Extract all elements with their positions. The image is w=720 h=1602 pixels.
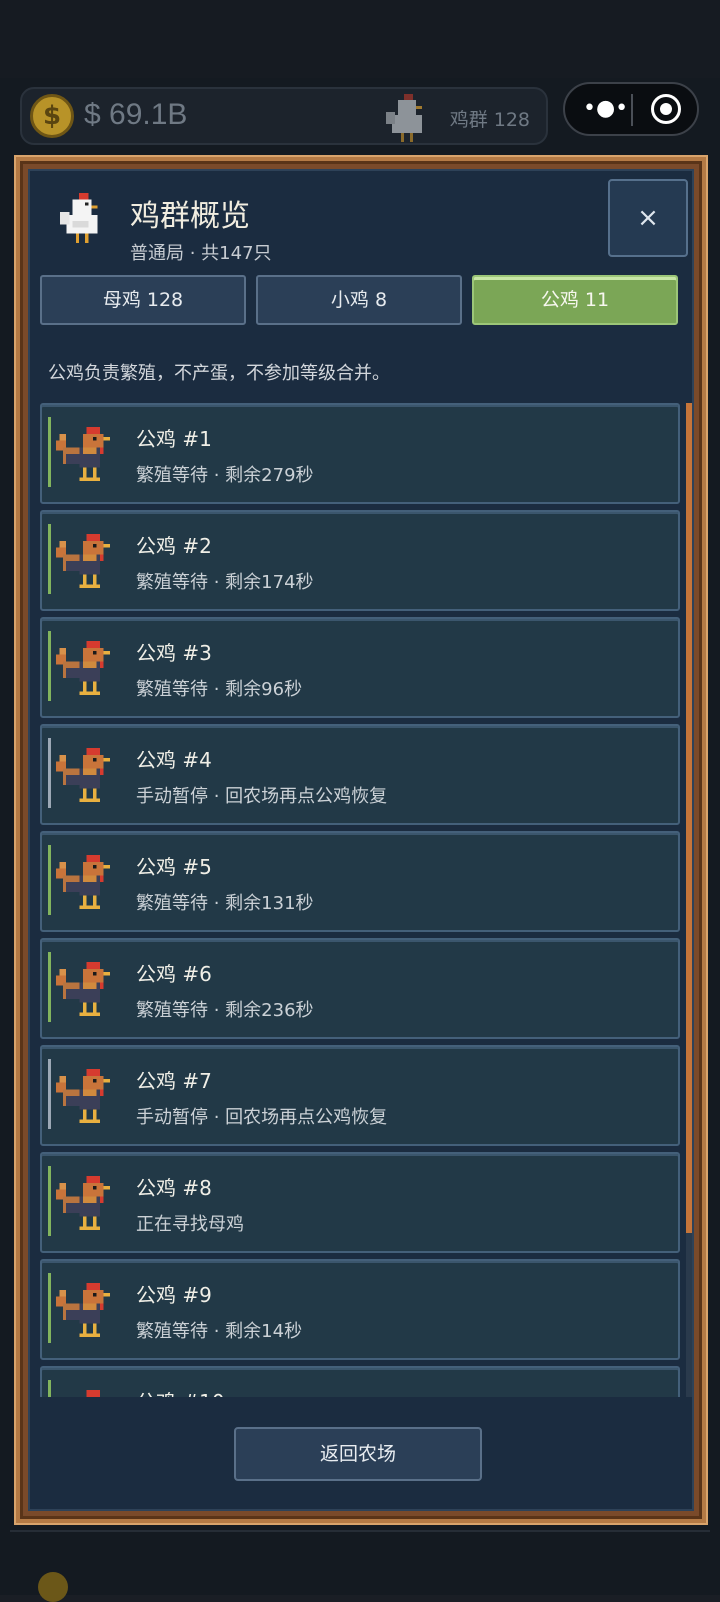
rooster-status: 繁殖等待 · 剩余174秒	[136, 568, 314, 594]
rooster-icon	[56, 534, 110, 588]
rooster-name: 公鸡 #8	[136, 1172, 212, 1201]
status-indicator-bar	[48, 1273, 51, 1343]
rooster-name: 公鸡 #1	[136, 423, 212, 452]
status-indicator-bar	[48, 1166, 51, 1236]
modal-subtitle: 普通局 · 共147只	[130, 239, 272, 265]
rooster-name: 公鸡 #6	[136, 958, 212, 987]
more-dots-icon[interactable]: •●•	[583, 94, 623, 124]
tab-roosters[interactable]: 公鸡 11	[472, 275, 678, 325]
rooster-icon	[56, 1283, 110, 1337]
rooster-status: 繁殖等待 · 剩余131秒	[136, 889, 314, 915]
flock-count: 鸡群 128	[450, 105, 530, 132]
rooster-name: 公鸡 #3	[136, 637, 212, 666]
hen-icon	[60, 193, 104, 243]
resource-hud: $ $ 69.1B 鸡群 128	[20, 87, 548, 145]
status-indicator-bar	[48, 1059, 51, 1129]
status-indicator-bar	[48, 952, 51, 1022]
rooster-name: 公鸡 #10	[136, 1386, 225, 1397]
rooster-description: 公鸡负责繁殖，不产蛋，不参加等级合并。	[48, 359, 390, 385]
rooster-name: 公鸡 #9	[136, 1279, 212, 1308]
status-indicator-bar	[48, 845, 51, 915]
scrollbar-thumb[interactable]	[686, 403, 692, 1233]
rooster-status: 繁殖等待 · 剩余279秒	[136, 461, 314, 487]
tab-chicks[interactable]: 小鸡 8	[256, 275, 462, 325]
rooster-status: 繁殖等待 · 剩余236秒	[136, 996, 314, 1022]
rooster-status: 繁殖等待 · 剩余96秒	[136, 675, 302, 701]
rooster-card-10[interactable]: 公鸡 #10	[40, 1366, 680, 1397]
modal-panel: 鸡群概览 普通局 · 共147只 × 母鸡 128 小鸡 8 公鸡 11 公鸡负…	[28, 169, 694, 1511]
rooster-name: 公鸡 #5	[136, 851, 212, 880]
status-indicator-bar	[48, 1380, 51, 1397]
rooster-name: 公鸡 #7	[136, 1065, 212, 1094]
bottom-bar	[10, 1530, 710, 1590]
rooster-icon	[56, 962, 110, 1016]
flock-overview-modal: 鸡群概览 普通局 · 共147只 × 母鸡 128 小鸡 8 公鸡 11 公鸡负…	[16, 157, 706, 1523]
rooster-status: 繁殖等待 · 剩余14秒	[136, 1317, 302, 1343]
rooster-card-1[interactable]: 公鸡 #1 繁殖等待 · 剩余279秒	[40, 403, 680, 504]
rooster-card-5[interactable]: 公鸡 #5 繁殖等待 · 剩余131秒	[40, 831, 680, 932]
status-indicator-bar	[48, 417, 51, 487]
money-amount: $ 69.1B	[84, 98, 187, 132]
rooster-card-6[interactable]: 公鸡 #6 繁殖等待 · 剩余236秒	[40, 938, 680, 1039]
rooster-name: 公鸡 #4	[136, 744, 212, 773]
rooster-card-9[interactable]: 公鸡 #9 繁殖等待 · 剩余14秒	[40, 1259, 680, 1360]
coin-icon: $	[30, 94, 74, 138]
rooster-icon	[56, 641, 110, 695]
rooster-icon	[56, 748, 110, 802]
rooster-icon	[56, 1069, 110, 1123]
status-indicator-bar	[48, 738, 51, 808]
rooster-card-3[interactable]: 公鸡 #3 繁殖等待 · 剩余96秒	[40, 617, 680, 718]
rooster-list: 公鸡 #1 繁殖等待 · 剩余279秒 公鸡 #2 繁殖等待 · 剩余174秒	[40, 403, 680, 1397]
rooster-icon	[56, 1176, 110, 1230]
status-indicator-bar	[48, 631, 51, 701]
rooster-name: 公鸡 #2	[136, 530, 212, 559]
modal-footer: 返回农场	[30, 1397, 692, 1509]
chicken-icon	[386, 94, 428, 142]
rooster-card-2[interactable]: 公鸡 #2 繁殖等待 · 剩余174秒	[40, 510, 680, 611]
rooster-card-8[interactable]: 公鸡 #8 正在寻找母鸡	[40, 1152, 680, 1253]
rooster-card-4[interactable]: 公鸡 #4 手动暂停 · 回农场再点公鸡恢复	[40, 724, 680, 825]
rooster-status: 手动暂停 · 回农场再点公鸡恢复	[136, 782, 387, 808]
rooster-icon	[56, 427, 110, 481]
modal-title: 鸡群概览	[130, 191, 250, 235]
rooster-icon	[56, 1390, 110, 1397]
tab-hens[interactable]: 母鸡 128	[40, 275, 246, 325]
coin-icon	[38, 1572, 68, 1602]
rooster-icon	[56, 855, 110, 909]
status-indicator-bar	[48, 524, 51, 594]
target-circle-icon[interactable]	[651, 94, 681, 124]
rooster-status: 正在寻找母鸡	[136, 1210, 244, 1236]
mini-program-capsule: •●•	[563, 82, 699, 136]
rooster-card-7[interactable]: 公鸡 #7 手动暂停 · 回农场再点公鸡恢复	[40, 1045, 680, 1146]
rooster-status: 手动暂停 · 回农场再点公鸡恢复	[136, 1103, 387, 1129]
close-button[interactable]: ×	[608, 179, 688, 257]
status-bar	[0, 0, 720, 78]
capsule-divider	[631, 94, 633, 126]
back-to-farm-button[interactable]: 返回农场	[234, 1427, 482, 1481]
